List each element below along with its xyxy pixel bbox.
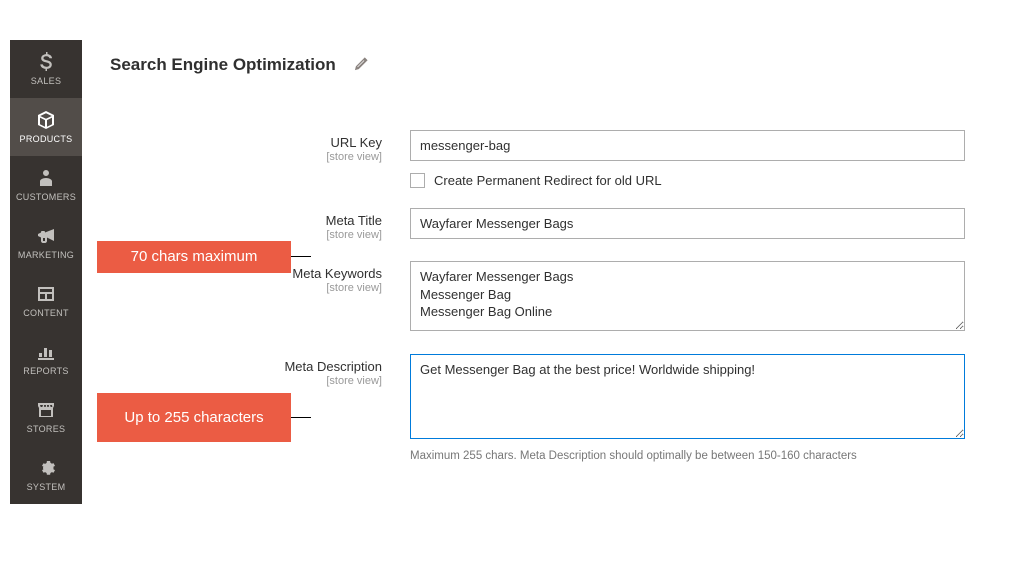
sidebar-item-label: SALES [31, 76, 62, 86]
sidebar-item-content[interactable]: CONTENT [10, 272, 82, 330]
sidebar-item-label: CONTENT [23, 308, 69, 318]
sidebar-item-system[interactable]: SYSTEM [10, 446, 82, 504]
redirect-checkbox[interactable] [410, 173, 425, 188]
meta-description-hint: Maximum 255 chars. Meta Description shou… [410, 450, 965, 462]
cube-icon [36, 110, 56, 130]
scope-label: [store view] [110, 375, 382, 387]
dollar-icon [39, 52, 53, 72]
bullhorn-icon [36, 226, 56, 246]
callout-connector [291, 256, 311, 257]
sidebar-item-stores[interactable]: STORES [10, 388, 82, 446]
sidebar-item-label: SYSTEM [27, 482, 66, 492]
sidebar-item-label: MARKETING [18, 250, 74, 260]
main-content: 70 chars maximum Up to 255 characters Se… [110, 55, 1004, 482]
admin-sidebar: SALES PRODUCTS CUSTOMERS MARKETING CONTE… [10, 40, 82, 504]
meta-keywords-textarea[interactable] [410, 261, 965, 331]
sidebar-item-label: REPORTS [23, 366, 68, 376]
sidebar-item-label: STORES [27, 424, 66, 434]
field-label: Meta Description [284, 359, 382, 374]
section-title: Search Engine Optimization [110, 55, 336, 75]
meta-description-textarea[interactable] [410, 354, 965, 439]
field-row-meta-title: Meta Title [store view] [110, 208, 1004, 241]
redirect-checkbox-label[interactable]: Create Permanent Redirect for old URL [434, 173, 662, 188]
field-label: URL Key [330, 135, 382, 150]
section-header[interactable]: Search Engine Optimization [110, 55, 1004, 75]
meta-title-input[interactable] [410, 208, 965, 239]
store-icon [36, 400, 56, 420]
url-key-input[interactable] [410, 130, 965, 161]
person-icon [39, 168, 53, 188]
field-row-meta-description: Meta Description [store view] Maximum 25… [110, 354, 1004, 462]
field-label: Meta Keywords [292, 266, 382, 281]
sidebar-item-label: CUSTOMERS [16, 192, 76, 202]
sidebar-item-products[interactable]: PRODUCTS [10, 98, 82, 156]
sidebar-item-marketing[interactable]: MARKETING [10, 214, 82, 272]
scope-label: [store view] [110, 151, 382, 163]
pencil-icon[interactable] [354, 56, 369, 74]
sidebar-item-sales[interactable]: SALES [10, 40, 82, 98]
sidebar-item-customers[interactable]: CUSTOMERS [10, 156, 82, 214]
scope-label: [store view] [110, 229, 382, 241]
sidebar-item-reports[interactable]: REPORTS [10, 330, 82, 388]
sidebar-item-label: PRODUCTS [20, 134, 73, 144]
scope-label: [store view] [110, 282, 382, 294]
gear-icon [37, 458, 55, 478]
barchart-icon [37, 342, 55, 362]
layout-icon [37, 284, 55, 304]
field-row-url-key: URL Key [store view] Create Permanent Re… [110, 130, 1004, 188]
field-label: Meta Title [326, 213, 382, 228]
field-row-meta-keywords: Meta Keywords [store view] [110, 261, 1004, 334]
